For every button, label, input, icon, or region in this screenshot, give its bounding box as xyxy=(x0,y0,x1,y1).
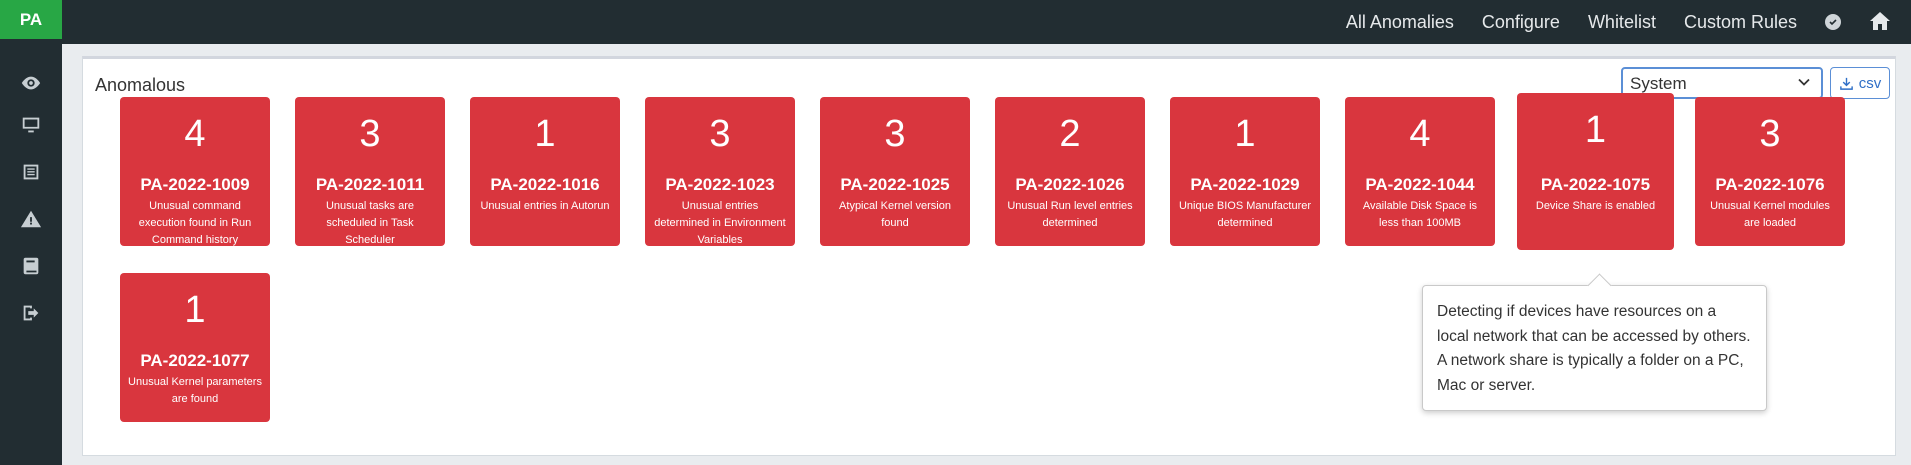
select-value: System xyxy=(1630,74,1687,93)
tile-tooltip: Detecting if devices have resources on a… xyxy=(1422,285,1767,411)
check-circle-icon[interactable] xyxy=(1825,14,1841,30)
warning-icon[interactable] xyxy=(0,195,62,242)
tile-code: PA-2022-1044 xyxy=(1365,175,1475,194)
tile-count: 1 xyxy=(534,113,556,155)
panel-title: Anomalous xyxy=(95,75,186,95)
tile-code: PA-2022-1075 xyxy=(1540,175,1651,194)
tile-count: 3 xyxy=(1759,113,1781,155)
eye-icon[interactable] xyxy=(0,65,62,101)
tile-count: 1 xyxy=(184,289,206,331)
tile-count: 1 xyxy=(1234,113,1256,155)
tile-code: PA-2022-1023 xyxy=(665,175,775,194)
brand-logo[interactable]: PA xyxy=(0,0,62,39)
anomaly-tile[interactable]: 1 PA-2022-1016 Unusual entries in Autoru… xyxy=(470,97,620,246)
tile-description: Unusual entries determined in Environmen… xyxy=(654,200,786,246)
nav-custom-rules[interactable]: Custom Rules xyxy=(1684,12,1797,33)
home-icon[interactable] xyxy=(1867,9,1893,33)
list-icon[interactable] xyxy=(0,148,62,195)
tile-count: 3 xyxy=(709,113,731,155)
tile-code: PA-2022-1011 xyxy=(315,175,425,194)
tile-code: PA-2022-1016 xyxy=(490,175,600,194)
tile-code: PA-2022-1076 xyxy=(1715,175,1825,194)
tile-description: Unusual Kernel parameters are found xyxy=(128,376,262,405)
nav-configure[interactable]: Configure xyxy=(1482,12,1560,33)
book-icon[interactable] xyxy=(0,242,62,289)
anomaly-tile[interactable]: 1 PA-2022-1077 Unusual Kernel parameters… xyxy=(120,273,270,422)
tile-description: Device Share is enabled xyxy=(1535,200,1656,212)
tile-description: Unique BIOS Manufacturer determined xyxy=(1178,200,1312,229)
tile-count: 1 xyxy=(1584,109,1607,151)
sidebar: PA xyxy=(0,0,62,465)
tile-code: PA-2022-1026 xyxy=(1015,175,1125,194)
anomaly-tile[interactable]: 3 PA-2022-1025 Atypical Kernel version f… xyxy=(820,97,970,246)
anomaly-tile[interactable]: 1 PA-2022-1029 Unique BIOS Manufacturer … xyxy=(1170,97,1320,246)
tile-code: PA-2022-1025 xyxy=(840,175,950,194)
monitor-icon[interactable] xyxy=(0,101,62,148)
nav-whitelist[interactable]: Whitelist xyxy=(1588,12,1656,33)
anomaly-tile[interactable]: 4 PA-2022-1044 Available Disk Space is l… xyxy=(1345,97,1495,246)
nav-all-anomalies[interactable]: All Anomalies xyxy=(1346,12,1454,33)
tile-code: PA-2022-1009 xyxy=(140,175,250,194)
anomaly-tile[interactable]: 3 PA-2022-1023 Unusual entries determine… xyxy=(645,97,795,246)
tile-description: Unusual Run level entries determined xyxy=(1007,200,1133,229)
top-navbar: All Anomalies Configure Whitelist Custom… xyxy=(62,0,1911,44)
tile-count: 3 xyxy=(359,113,381,155)
csv-download-button[interactable]: csv xyxy=(1830,67,1890,99)
chevron-down-icon xyxy=(1798,78,1810,86)
tile-count: 3 xyxy=(884,113,906,155)
tile-count: 2 xyxy=(1059,113,1081,155)
tile-description: Atypical Kernel version found xyxy=(839,200,951,229)
csv-label: csv xyxy=(1858,74,1882,92)
download-icon xyxy=(1839,77,1853,90)
tile-description: Unusual command execution found in Run C… xyxy=(138,200,252,246)
anomaly-tile-hovered[interactable]: 1 PA-2022-1075 Device Share is enabled xyxy=(1517,93,1674,250)
tile-code: PA-2022-1029 xyxy=(1190,175,1300,194)
anomaly-tile[interactable]: 4 PA-2022-1009 Unusual command execution… xyxy=(120,97,270,246)
tile-description: Available Disk Space is less than 100MB xyxy=(1362,200,1478,229)
anomaly-tile[interactable]: 2 PA-2022-1026 Unusual Run level entries… xyxy=(995,97,1145,246)
top-nav: All Anomalies Configure Whitelist Custom… xyxy=(1346,0,1911,44)
tile-description: Unusual entries in Autorun xyxy=(480,200,610,212)
tile-description: Unusual Kernel modules are loaded xyxy=(1710,200,1830,229)
anomaly-tile[interactable]: 3 PA-2022-1076 Unusual Kernel modules ar… xyxy=(1695,97,1845,246)
anomaly-tile[interactable]: 3 PA-2022-1011 Unusual tasks are schedul… xyxy=(295,97,445,246)
tile-code: PA-2022-1077 xyxy=(140,351,250,370)
tile-description: Unusual tasks are scheduled in Task Sche… xyxy=(325,200,415,246)
tile-count: 4 xyxy=(1409,113,1431,155)
logout-icon[interactable] xyxy=(0,289,62,336)
tile-count: 4 xyxy=(184,113,206,155)
